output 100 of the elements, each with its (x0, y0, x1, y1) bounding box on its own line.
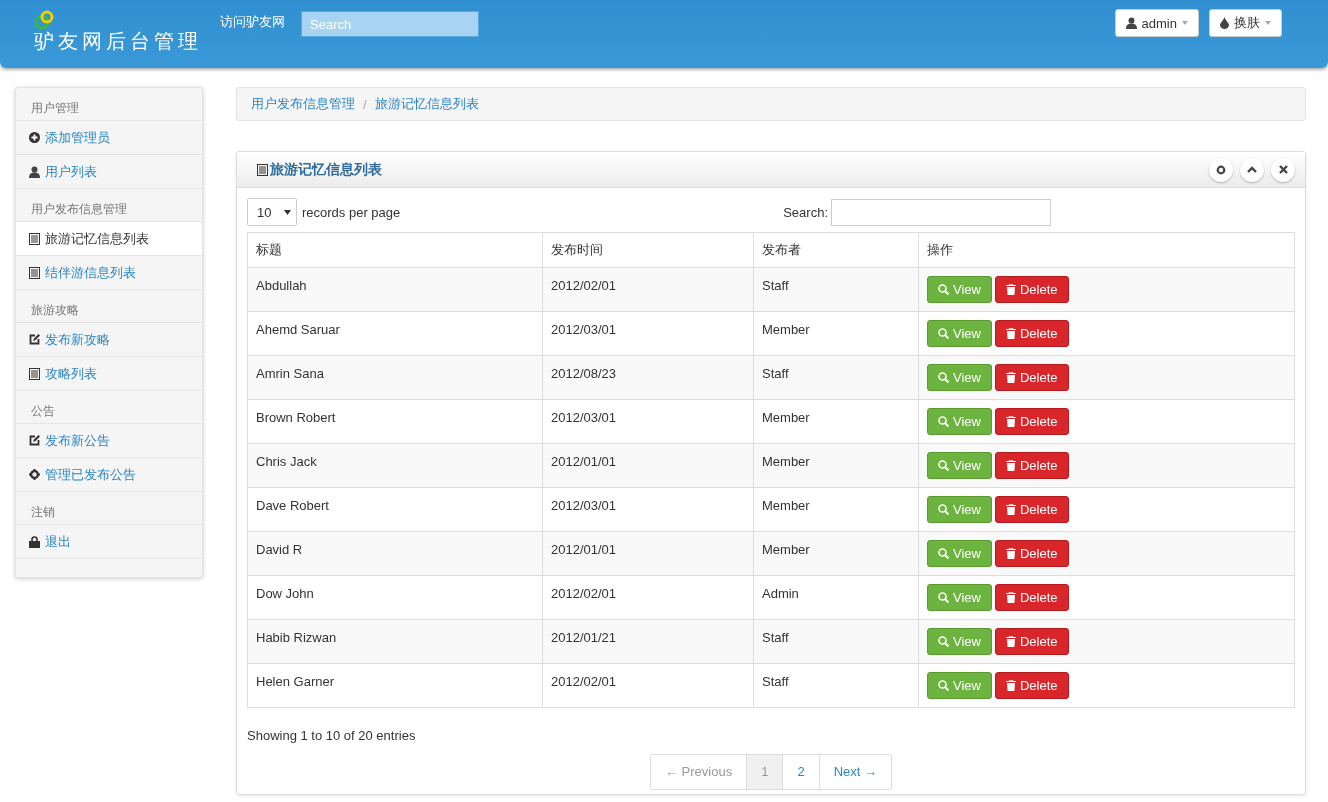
delete-button[interactable]: Delete (994, 276, 1069, 303)
pagination-button[interactable]: 1 (746, 755, 783, 789)
close-button[interactable] (1271, 157, 1295, 182)
page-size-select[interactable]: 10 (247, 198, 297, 226)
table-cell: Member (753, 531, 919, 576)
view-button[interactable]: View (927, 584, 992, 611)
table-cell: Staff (753, 355, 919, 400)
table-search-field[interactable] (831, 198, 1051, 226)
search-field[interactable]: Search (301, 11, 479, 37)
column-header: 发布时间 (542, 232, 754, 268)
collapse-button[interactable] (1240, 157, 1264, 182)
breadcrumb-link[interactable]: 旅游记忆信息列表 (374, 95, 479, 113)
column-header: 操作 (918, 232, 1295, 268)
sidebar-item[interactable]: 攻略列表 (16, 357, 202, 391)
sidebar-item[interactable]: 管理已发布公告 (16, 458, 202, 492)
delete-button[interactable]: Delete (994, 496, 1069, 523)
zoom-icon (938, 372, 949, 383)
table-cell: 2012/01/01 (542, 531, 754, 576)
table-cell: Ahemd Saruar (247, 311, 543, 356)
breadcrumb-link[interactable]: 用户发布信息管理 (251, 95, 355, 113)
zoom-icon (938, 680, 949, 691)
table-cell: Helen Garner (247, 663, 543, 708)
zoom-icon (938, 548, 949, 559)
view-button[interactable]: View (927, 364, 992, 391)
delete-button[interactable]: Delete (994, 584, 1069, 611)
zoom-icon (938, 592, 949, 603)
trash-icon (1005, 504, 1016, 515)
trash-icon (1005, 284, 1016, 295)
pagination-button[interactable]: 2 (782, 755, 819, 789)
table-cell: Abdullah (247, 267, 543, 312)
view-button[interactable]: View (927, 540, 992, 567)
table-cell: Admin (753, 575, 919, 620)
view-button[interactable]: View (927, 496, 992, 523)
edit-icon (29, 334, 40, 345)
close-icon (1278, 165, 1288, 174)
lock-icon (29, 535, 40, 548)
breadcrumb-separator: / (363, 96, 367, 112)
table-cell: 2012/01/21 (542, 619, 754, 664)
table-cell: Staff (753, 663, 919, 708)
sidebar-item[interactable]: 旅游记忆信息列表 (16, 222, 202, 256)
table-cell: 2012/02/01 (542, 575, 754, 620)
zoom-icon (938, 328, 949, 339)
sidebar-section-label: 公告 (16, 391, 202, 424)
delete-button[interactable]: Delete (994, 452, 1069, 479)
sidebar-section-label: 用户管理 (16, 88, 202, 121)
table-cell: Dave Robert (247, 487, 543, 532)
view-button[interactable]: View (927, 672, 992, 699)
table-cell: Member (753, 443, 919, 488)
pagination-button[interactable]: Next → (818, 755, 891, 789)
user-icon (29, 165, 40, 178)
zoom-icon (938, 416, 949, 427)
trash-icon (1005, 548, 1016, 559)
trash-icon (1005, 416, 1016, 427)
theme-menu-button[interactable]: 换肤 (1209, 9, 1282, 37)
view-button[interactable]: View (927, 628, 992, 655)
sidebar-item[interactable]: 添加管理员 (16, 121, 202, 155)
view-button[interactable]: View (927, 452, 992, 479)
trash-icon (1005, 328, 1016, 339)
column-header: 发布者 (753, 232, 919, 268)
table-cell: Brown Robert (247, 399, 543, 444)
view-button[interactable]: View (927, 408, 992, 435)
sidebar-item[interactable]: 用户列表 (16, 155, 202, 189)
settings-button[interactable] (1209, 157, 1233, 182)
table-cell: Habib Rizwan (247, 619, 543, 664)
chevron-up-icon (1247, 166, 1257, 173)
delete-button[interactable]: Delete (994, 364, 1069, 391)
entries-info: Showing 1 to 10 of 20 entries (247, 728, 417, 743)
table-cell: Member (753, 487, 919, 532)
gear-icon (29, 469, 40, 480)
table-cell: 2012/03/01 (542, 311, 754, 356)
nav-link[interactable]: 访问驴友网 (220, 13, 301, 31)
list-icon (29, 232, 40, 245)
view-button[interactable]: View (927, 320, 992, 347)
sidebar-item[interactable]: 退出 (16, 525, 202, 559)
trash-icon (1005, 460, 1016, 471)
delete-button[interactable]: Delete (994, 408, 1069, 435)
table-cell: 2012/02/01 (542, 267, 754, 312)
caret-icon (1182, 21, 1188, 25)
records-per-page-label: records per page (302, 204, 401, 220)
delete-button[interactable]: Delete (994, 628, 1069, 655)
sidebar-item[interactable]: 发布新公告 (16, 424, 202, 458)
table-cell: Amrin Sana (247, 355, 543, 400)
table-cell: Dow John (247, 575, 543, 620)
delete-button[interactable]: Delete (994, 672, 1069, 699)
table-cell: Member (753, 399, 919, 444)
logo-icon (34, 10, 56, 30)
caret-icon (1265, 21, 1271, 25)
sidebar-item[interactable]: 发布新攻略 (16, 323, 202, 357)
view-button[interactable]: View (927, 276, 992, 303)
plus-circle-icon (29, 132, 40, 143)
table-cell: 2012/02/01 (542, 663, 754, 708)
table-cell: Chris Jack (247, 443, 543, 488)
delete-button[interactable]: Delete (994, 320, 1069, 347)
trash-icon (1005, 680, 1016, 691)
sidebar-item[interactable]: 结伴游信息列表 (16, 256, 202, 290)
table-cell: Staff (753, 619, 919, 664)
trash-icon (1005, 372, 1016, 383)
user-menu-button[interactable]: admin (1114, 9, 1199, 37)
logo-text[interactable]: 驴友网后台管理 (34, 28, 220, 55)
delete-button[interactable]: Delete (994, 540, 1069, 567)
